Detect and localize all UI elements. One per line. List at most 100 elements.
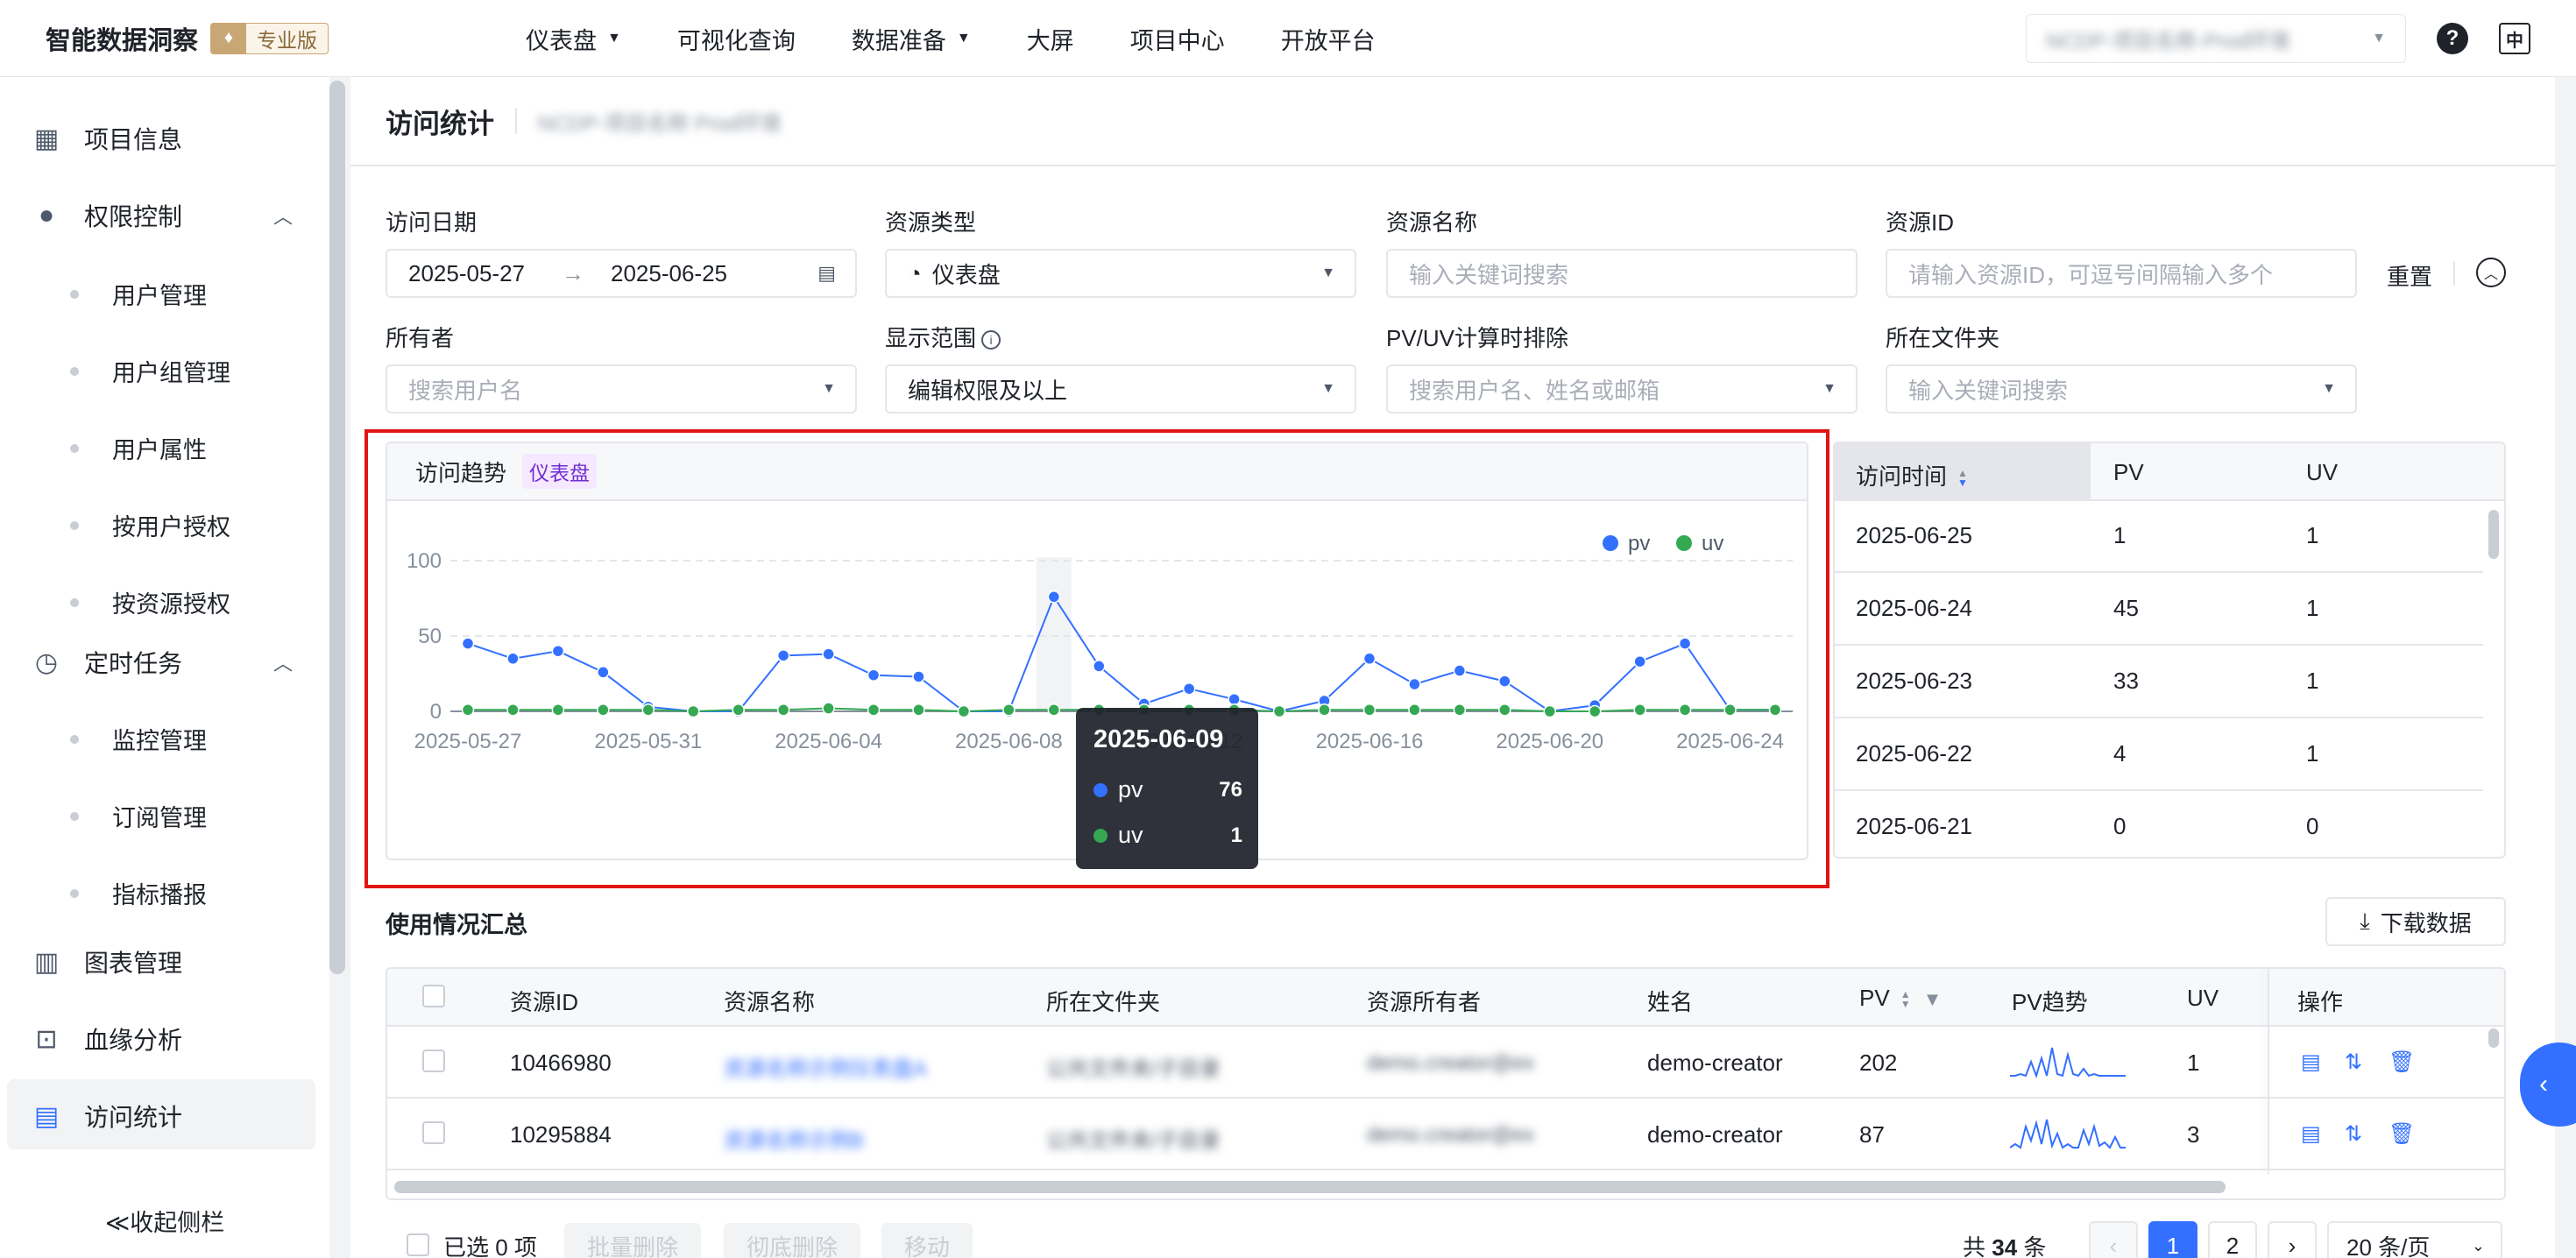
sidebar-item-scheduled[interactable]: ◷ 定时任务 ︿ xyxy=(32,645,293,680)
cell-uv: 0 xyxy=(2306,813,2319,839)
caret-down-icon: ▼ xyxy=(2372,31,2386,46)
page-size-select[interactable]: 20 条/页 ⌄ xyxy=(2327,1221,2502,1258)
resource-type-select[interactable]: ◔ 仪表盘 ▼ xyxy=(885,249,1356,298)
cell-visit-time: 2025-06-22 xyxy=(1856,740,1972,767)
sidebar-item-permission[interactable]: ● 权限控制 ︿ xyxy=(32,198,293,233)
nav-project-center[interactable]: 项目中心 xyxy=(1130,22,1225,56)
info-icon[interactable]: i xyxy=(981,330,1001,350)
purge-button[interactable]: 彻底删除 xyxy=(724,1223,861,1258)
filter-icon[interactable]: ▼ xyxy=(1923,988,1943,1010)
data-point-uv xyxy=(1723,703,1737,717)
delete-icon[interactable]: 🗑 xyxy=(2388,1050,2415,1075)
col-pv-trend: PV趋势 xyxy=(2012,989,2088,1015)
sidebar-item-user-attr[interactable]: 用户属性 xyxy=(70,431,207,465)
nav-open-platform[interactable]: 开放平台 xyxy=(1281,22,1376,56)
name-label: 资源名称 xyxy=(1386,209,1478,236)
caret-down-icon: ▼ xyxy=(2322,381,2336,396)
date-end[interactable]: 2025-06-25 xyxy=(611,260,727,287)
date-start[interactable]: 2025-05-27 xyxy=(408,260,525,287)
cell-visit-time: 2025-06-25 xyxy=(1856,522,1972,548)
nav-big-screen[interactable]: 大屏 xyxy=(1027,22,1074,56)
type-label: 资源类型 xyxy=(885,209,977,236)
row-checkbox[interactable] xyxy=(422,1121,445,1144)
sidebar-item-project-info[interactable]: ▦ 项目信息 xyxy=(32,121,182,156)
project-select[interactable]: NCDP-项目名称-Prod环境 ▼ xyxy=(2026,14,2406,63)
language-icon[interactable]: 中 xyxy=(2499,23,2530,54)
sort-icon[interactable]: ▲ ▼ xyxy=(1900,989,1911,1009)
sidebar-item-lineage[interactable]: ⊡ 血缘分析 xyxy=(32,1021,182,1057)
owner-select[interactable]: 搜索用户名 ▼ xyxy=(386,364,857,413)
caret-down-icon: ▼ xyxy=(1321,381,1335,396)
nav-label: 项目中心 xyxy=(1129,27,1225,54)
sidebar-item-metric-broadcast[interactable]: 指标播报 xyxy=(70,876,207,910)
sidebar-item-user-mgmt[interactable]: 用户管理 xyxy=(70,277,207,311)
help-icon[interactable]: ? xyxy=(2437,23,2468,54)
sidebar-item-group-mgmt[interactable]: 用户组管理 xyxy=(70,354,230,388)
date-range-picker[interactable]: 2025-05-27 → 2025-06-25 ▤ xyxy=(386,249,857,298)
col-visit-time[interactable]: 访问时间 ▲ ▼ xyxy=(1856,459,1968,491)
nav-data-prep[interactable]: 数据准备 ▼ xyxy=(852,22,971,56)
daily-table-scrollbar[interactable] xyxy=(2488,510,2499,559)
sidebar-item-label: 按用户授权 xyxy=(112,514,230,541)
page-title: 访问统计 xyxy=(386,108,494,139)
nav-dashboard[interactable]: 仪表盘 ▼ xyxy=(526,22,621,56)
scope-select[interactable]: 编辑权限及以上 ▼ xyxy=(885,364,1356,413)
folder-select[interactable]: 输入关键词搜索 ▼ xyxy=(1886,364,2357,413)
cell-owner: demo.creator@ex xyxy=(1367,1123,1535,1147)
tooltip-uv-value: 1 xyxy=(1230,823,1242,847)
col-pv[interactable]: PV ▲ ▼ ▼ xyxy=(1859,985,1942,1012)
sidebar-item-subscription[interactable]: 订阅管理 xyxy=(70,799,207,833)
folder-label: 所在文件夹 xyxy=(1886,325,2000,351)
fixed-column-divider xyxy=(2268,969,2269,1174)
sidebar-item-chart-mgmt[interactable]: ▥ 图表管理 xyxy=(32,944,182,979)
brand[interactable]: 智能数据洞察 ♦ 专业版 xyxy=(46,20,329,57)
usage-table-header: 资源ID 资源名称 所在文件夹 资源所有者 姓名 PV ▲ ▼ ▼ PV趋势 UV 操… xyxy=(387,969,2504,1027)
lineage-icon: ⊡ xyxy=(35,1024,58,1054)
sidebar-scrollbar[interactable] xyxy=(329,81,345,974)
prev-page-button[interactable]: ‹ xyxy=(2089,1221,2138,1258)
data-point-pv xyxy=(822,647,835,661)
sort-icon[interactable]: ▲ ▼ xyxy=(1957,468,1968,488)
sidebar-item-monitor[interactable]: 监控管理 xyxy=(70,722,207,756)
sidebar-item-label: 访问统计 xyxy=(84,1104,183,1131)
sidebar-item-auth-by-resource[interactable]: 按资源授权 xyxy=(70,585,230,619)
page-2-button[interactable]: 2 xyxy=(2208,1221,2257,1258)
nav-visual-query[interactable]: 可视化查询 xyxy=(677,22,796,56)
cell-resource-name[interactable]: 资源名称示例B xyxy=(724,1123,864,1154)
page-1-button[interactable]: 1 xyxy=(2148,1221,2197,1258)
delete-icon[interactable]: 🗑 xyxy=(2388,1121,2415,1147)
vertical-scrollbar[interactable] xyxy=(2488,1028,2499,1048)
data-point-uv xyxy=(776,703,790,717)
col-uv: UV xyxy=(2187,985,2219,1011)
data-point-pv xyxy=(1633,654,1646,668)
detail-icon[interactable]: ▤ xyxy=(2301,1050,2321,1075)
sidebar-item-access-stats[interactable]: ▤ 访问统计 xyxy=(32,1099,182,1134)
resource-id-input[interactable]: 请输入资源ID，可逗号间隔输入多个 xyxy=(1886,249,2357,298)
collapse-filters-icon[interactable]: ︿ xyxy=(2476,258,2506,287)
top-nav: 仪表盘 ▼ 可视化查询 数据准备 ▼ 大屏 项目中心 开放平台 xyxy=(526,0,1432,77)
bar-chart-icon: ▥ xyxy=(33,947,60,977)
next-page-button[interactable]: › xyxy=(2268,1221,2317,1258)
transfer-icon[interactable]: ⇅ xyxy=(2345,1121,2362,1147)
select-all-checkbox[interactable] xyxy=(422,985,445,1007)
collapse-sidebar-button[interactable]: ≪收起侧栏 xyxy=(105,1204,224,1238)
top-bar: 智能数据洞察 ♦ 专业版 仪表盘 ▼ 可视化查询 数据准备 ▼ 大屏 项目中心 开放… xyxy=(0,0,2576,77)
resource-name-input[interactable]: 输入关键词搜索 xyxy=(1386,249,1858,298)
move-button[interactable]: 移动 xyxy=(881,1223,973,1258)
highlight-band xyxy=(1036,557,1072,711)
detail-icon[interactable]: ▤ xyxy=(2301,1121,2321,1147)
chart-tooltip: 2025-06-09 pv 76 uv 1 xyxy=(1076,708,1258,869)
brand-title: 智能数据洞察 xyxy=(46,26,199,55)
total-count: 共 34 条 xyxy=(1963,1230,2046,1258)
transfer-icon[interactable]: ⇅ xyxy=(2345,1050,2362,1075)
batch-delete-button[interactable]: 批量删除 xyxy=(564,1223,702,1258)
data-point-uv xyxy=(1047,703,1061,717)
reset-button[interactable]: 重置 xyxy=(2387,259,2432,292)
row-checkbox[interactable] xyxy=(422,1050,445,1072)
cell-resource-name[interactable]: 资源名称示例仪表盘A xyxy=(724,1051,927,1082)
select-all-footer-checkbox[interactable] xyxy=(407,1233,429,1256)
horizontal-scrollbar[interactable] xyxy=(394,1181,2226,1193)
sidebar-item-auth-by-user[interactable]: 按用户授权 xyxy=(70,508,230,542)
download-button[interactable]: ⤓ 下载数据 xyxy=(2325,897,2506,946)
exclude-users-select[interactable]: 搜索用户名、姓名或邮箱 ▼ xyxy=(1386,364,1858,413)
